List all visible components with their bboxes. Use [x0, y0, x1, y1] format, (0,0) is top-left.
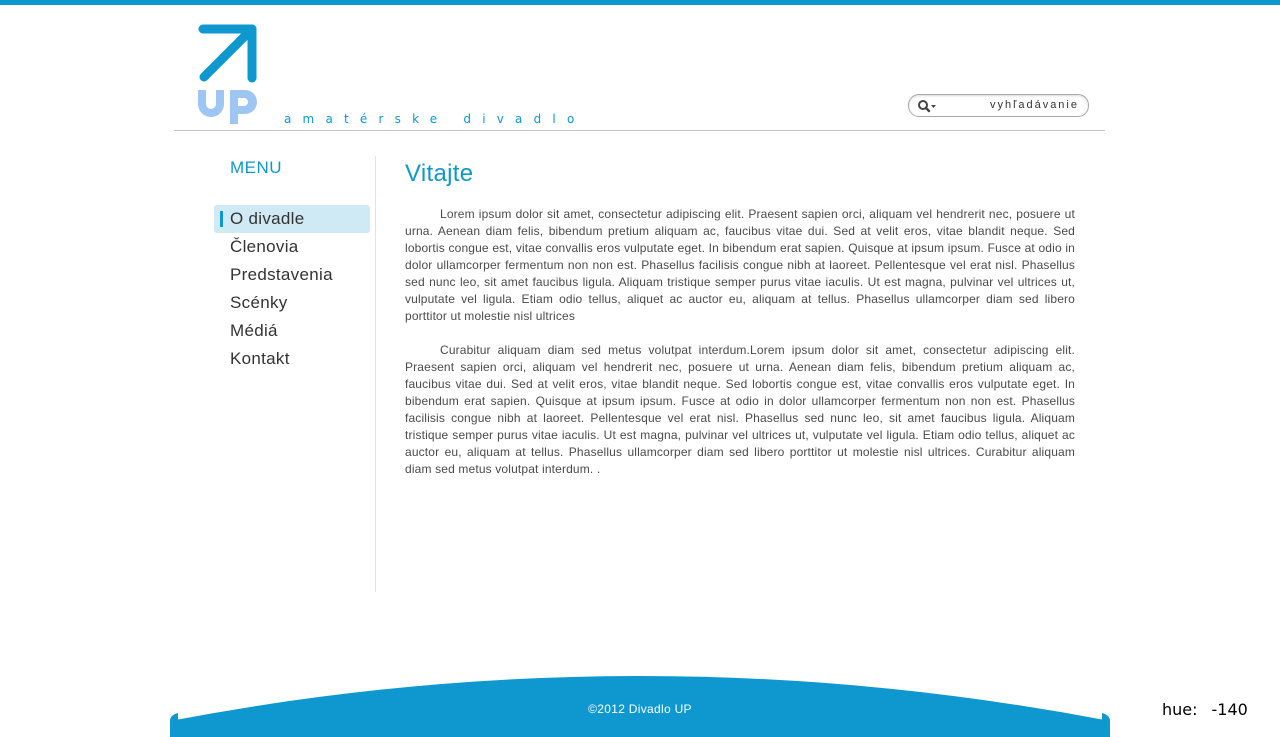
hue-value: -140: [1211, 700, 1248, 719]
footer-copyright: ©2012 Divadlo UP: [588, 702, 692, 716]
sidebar-item-label: O divadle: [230, 209, 305, 228]
logo-letters: [198, 90, 257, 124]
sidebar-nav: O divadle Členovia Predstavenia Scénky M…: [214, 205, 370, 373]
sidebar-item-label: Predstavenia: [230, 265, 333, 284]
sidebar-item-label: Médiá: [230, 321, 278, 340]
content-paragraph: Curabitur aliquam diam sed metus volutpa…: [405, 343, 1075, 476]
main-content: Vitajte Lorem ipsum dolor sit amet, cons…: [405, 160, 1075, 495]
sidebar-item-o-divadle[interactable]: O divadle: [214, 205, 370, 233]
sidebar-item-media[interactable]: Médiá: [214, 317, 370, 345]
sidebar-item-label: Členovia: [230, 237, 299, 256]
hue-readout: hue: -140: [1162, 700, 1248, 719]
search-icon[interactable]: [917, 98, 937, 114]
header-divider: [174, 130, 1105, 131]
site-tagline: amatérske divadlo: [284, 112, 586, 126]
logo[interactable]: [196, 22, 260, 126]
sidebar-item-kontakt[interactable]: Kontakt: [214, 345, 370, 373]
sidebar-item-scenky[interactable]: Scénky: [214, 289, 370, 317]
footer-arc: [170, 676, 1110, 737]
hue-label: hue:: [1162, 700, 1198, 719]
arrow-up-right-icon: [198, 24, 257, 83]
search-box[interactable]: [908, 94, 1089, 117]
top-accent-bar: [0, 0, 1280, 5]
menu-title: MENU: [230, 158, 283, 177]
search-input[interactable]: [943, 97, 1079, 113]
sidebar-item-predstavenia[interactable]: Predstavenia: [214, 261, 370, 289]
sidebar-item-label: Kontakt: [230, 349, 290, 368]
content-paragraph: Lorem ipsum dolor sit amet, consectetur …: [405, 207, 1075, 323]
sidebar-divider: [375, 156, 376, 592]
sidebar-item-label: Scénky: [230, 293, 288, 312]
page-title: Vitajte: [405, 160, 474, 187]
sidebar-item-clenovia[interactable]: Členovia: [214, 233, 370, 261]
